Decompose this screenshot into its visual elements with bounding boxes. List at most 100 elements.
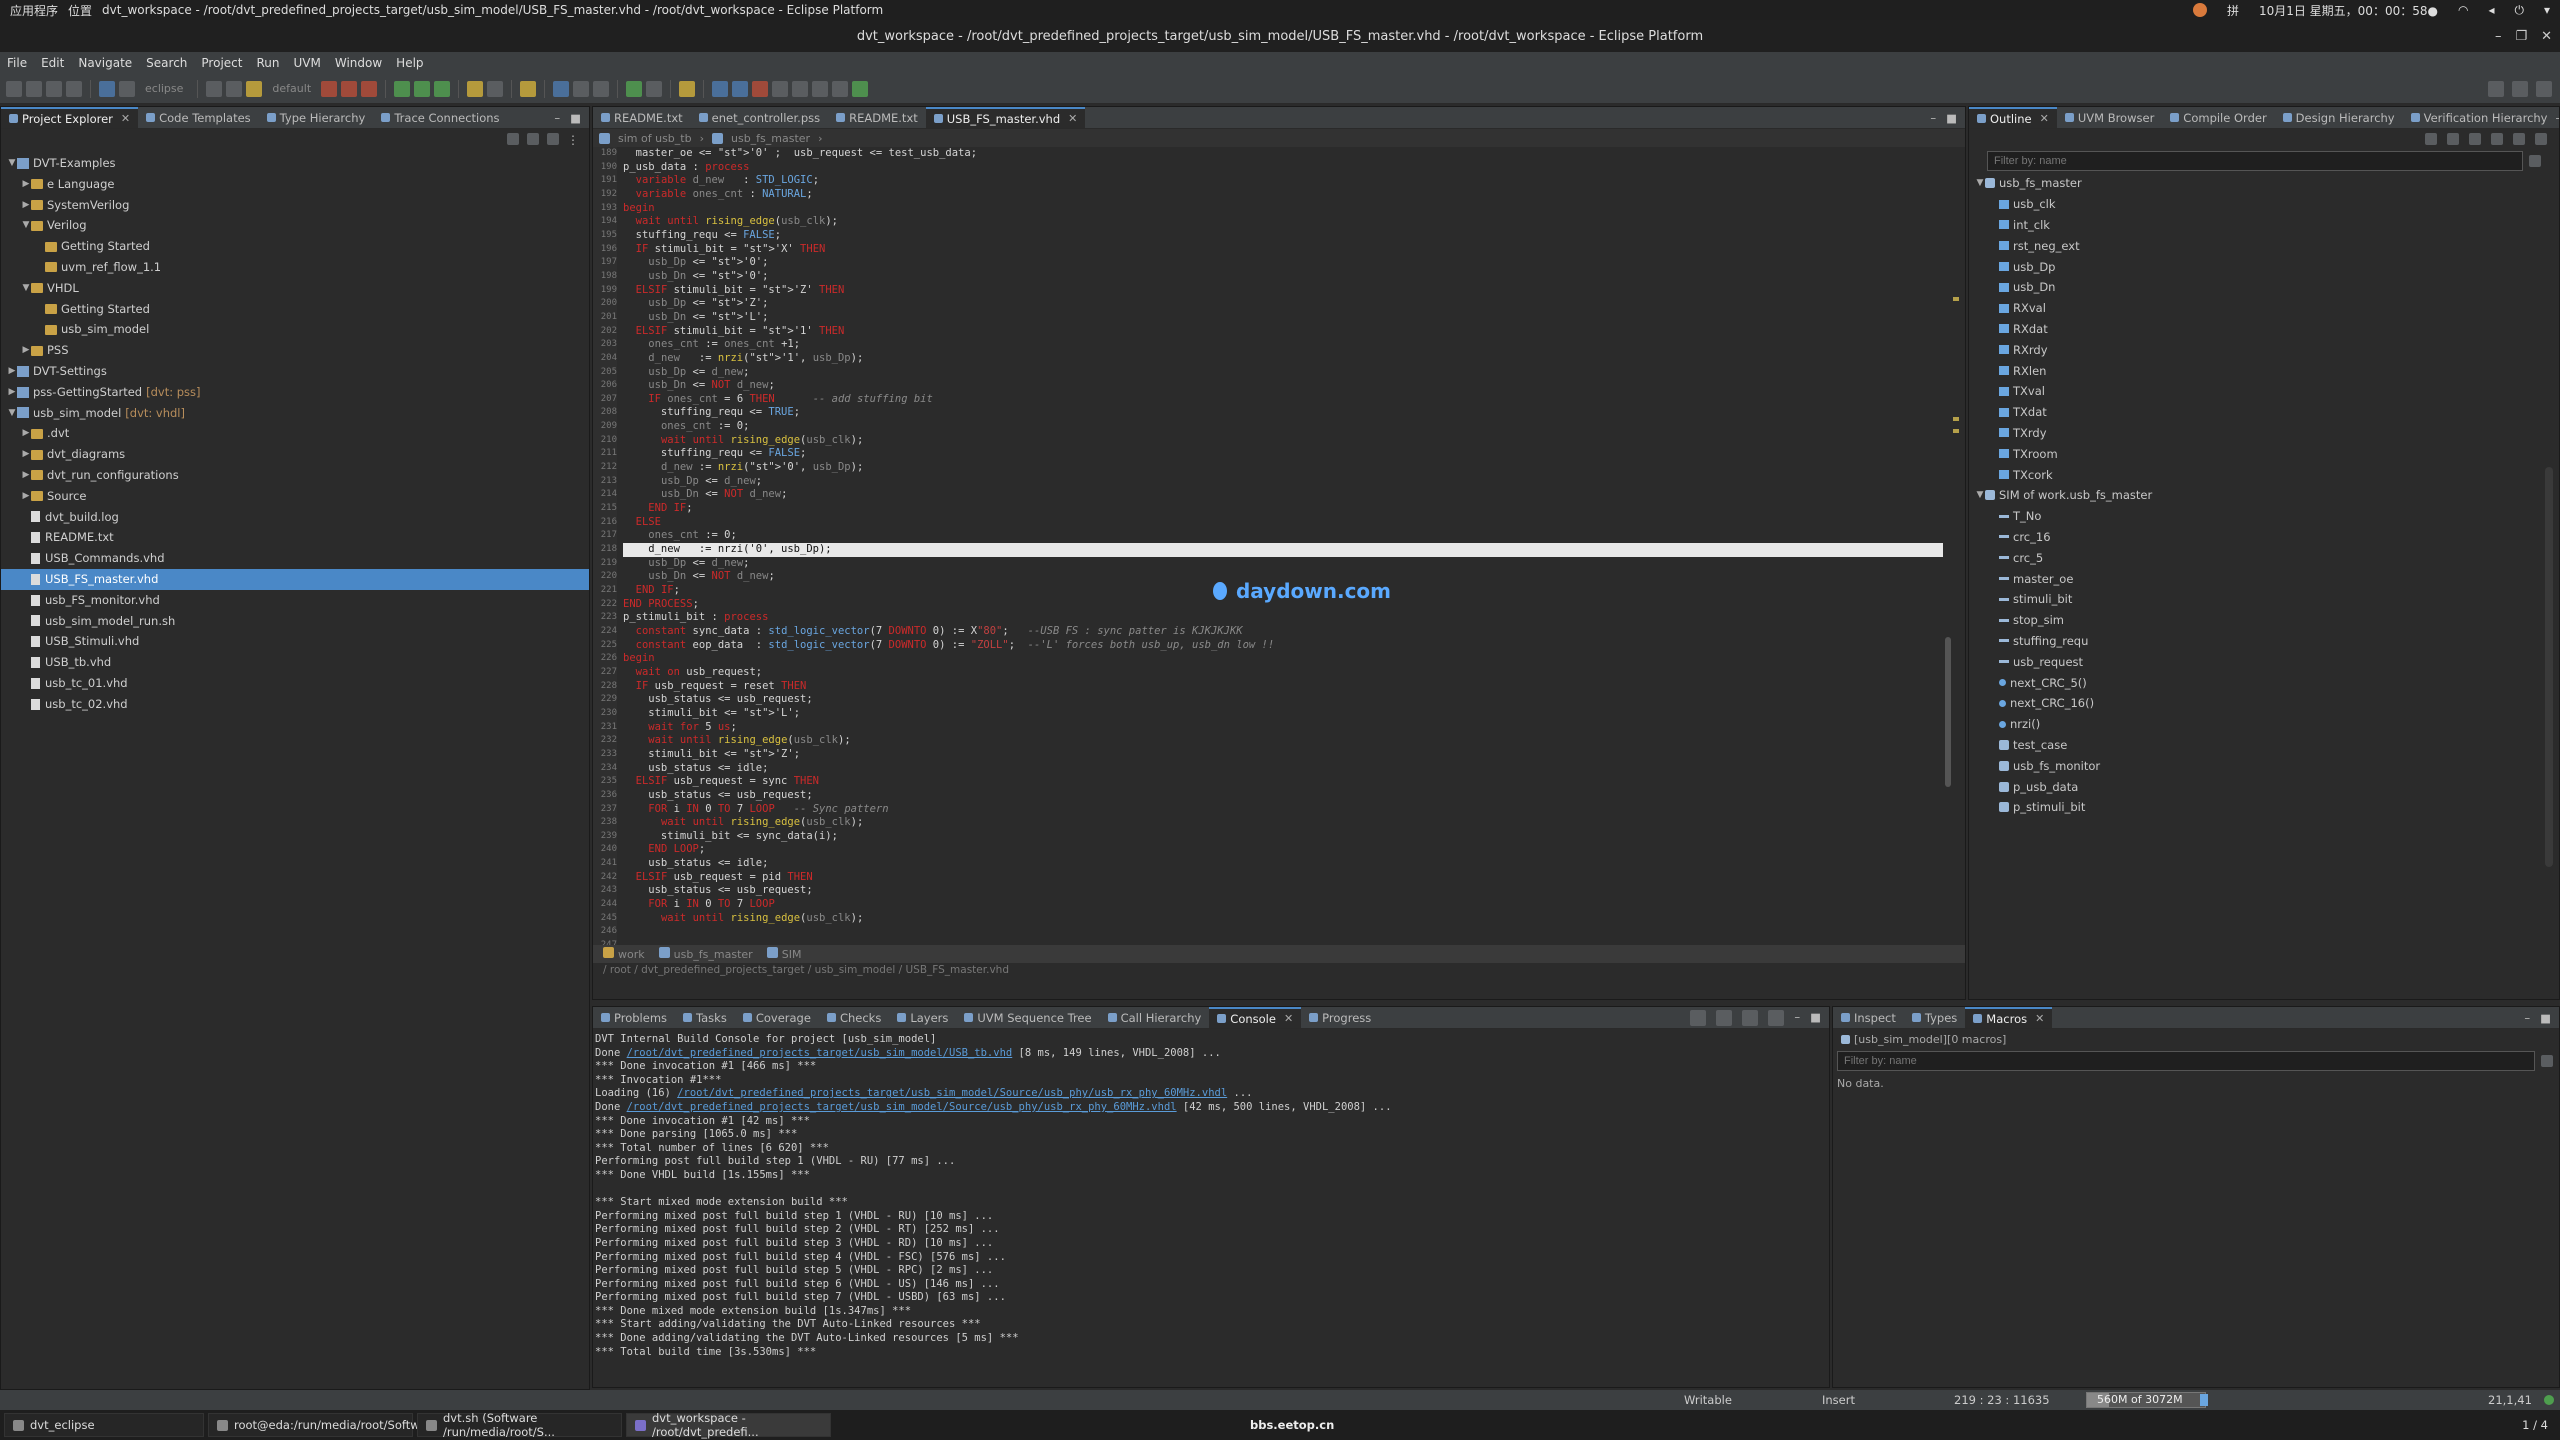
code-line[interactable]: IF stimuli_bit = "st">'X' THEN [623, 243, 1943, 257]
outline-tab[interactable]: Compile Order [2162, 107, 2274, 128]
tree-item[interactable]: usb_tc_02.vhd [1, 694, 589, 715]
macros-minimize-icon[interactable]: – [2524, 1011, 2530, 1025]
code-line[interactable]: usb_Dn <= "st">'L'; [623, 311, 1943, 325]
code-line[interactable]: variable d_new : STD_LOGIC; [623, 174, 1943, 188]
code-line[interactable]: IF ones_cnt = 6 THEN -- add stuffing bit [623, 393, 1943, 407]
taskbar-item[interactable]: root@eda:/run/media/root/Softwar... [208, 1413, 441, 1437]
taskbar-item[interactable]: dvt_eclipse [4, 1413, 204, 1437]
code-line[interactable]: IF usb_request = reset THEN [623, 680, 1943, 694]
code-line[interactable]: wait until rising_edge(usb_clk); [623, 912, 1943, 926]
console-tab[interactable]: Progress [1301, 1007, 1379, 1028]
default-combo[interactable]: default [266, 82, 317, 95]
sort-icon[interactable] [2425, 133, 2437, 145]
stop-icon[interactable] [321, 80, 338, 97]
console-tab[interactable]: Problems [593, 1007, 675, 1028]
taskbar-item[interactable]: dvt.sh (Software /run/media/root/S... [417, 1411, 622, 1439]
new-window-icon[interactable] [852, 80, 869, 97]
outline-item[interactable]: stuffing_requ [1969, 631, 2559, 652]
code-line[interactable]: wait on usb_request; [623, 666, 1943, 680]
block-icon[interactable] [732, 80, 749, 97]
menu-navigate[interactable]: Navigate [71, 56, 139, 70]
tree-item[interactable]: ▶ e Language [1, 174, 589, 195]
tree-item[interactable]: usb_sim_model [1, 319, 589, 340]
terminal-icon[interactable] [99, 80, 115, 97]
pin-icon[interactable] [593, 80, 610, 97]
editor-scrollbar[interactable] [1945, 637, 1951, 787]
outline-item[interactable]: master_oe [1969, 568, 2559, 589]
external-tool-icon[interactable] [434, 80, 451, 97]
new-icon[interactable] [6, 80, 22, 97]
perspective-icon[interactable] [2512, 80, 2528, 97]
close-icon[interactable]: ✕ [1284, 1012, 1293, 1025]
editor-tab[interactable]: enet_controller.pss [691, 107, 828, 128]
macros-tab[interactable]: Inspect [1833, 1007, 1904, 1028]
clock[interactable]: 10月1日 星期五，00：00：58● [2259, 2, 2438, 19]
macros-clear-icon[interactable] [2541, 1055, 2553, 1067]
console-tab[interactable]: Call Hierarchy [1100, 1007, 1210, 1028]
chevron-right-icon[interactable]: ▶ [21, 195, 31, 216]
tree-item[interactable]: ▶ PSS [1, 340, 589, 361]
hide-methods-icon[interactable] [2491, 133, 2503, 145]
console-open-icon[interactable] [1690, 1009, 1707, 1026]
code-line[interactable]: ELSIF stimuli_bit = "st">'1' THEN [623, 325, 1943, 339]
outline-item[interactable]: usb_fs_monitor [1969, 755, 2559, 776]
outline-item[interactable]: usb_request [1969, 651, 2559, 672]
editor-bottom-crumb[interactable]: work [603, 947, 645, 961]
code-line[interactable]: wait until rising_edge(usb_clk); [623, 816, 1943, 830]
minimize-icon[interactable]: – [2495, 29, 2502, 44]
code-line[interactable]: p_usb_data : process [623, 161, 1943, 175]
editor-bottom-crumb[interactable]: usb_fs_master [658, 947, 753, 961]
code-line[interactable]: ELSE [623, 516, 1943, 530]
build-icon[interactable] [119, 80, 135, 97]
code-line[interactable]: usb_status <= usb_request; [623, 884, 1943, 898]
tree-item[interactable]: ▼ DVT-Examples [1, 153, 589, 174]
tree-item[interactable]: Getting Started [1, 236, 589, 257]
chevron-down-icon[interactable]: ▼ [21, 215, 31, 236]
chevron-right-icon[interactable]: ▶ [21, 340, 31, 361]
editor-tab[interactable]: README.txt [593, 107, 691, 128]
chevron-down-icon[interactable]: ▼ [21, 278, 31, 299]
taskbar-item[interactable]: dvt_workspace - /root/dvt_predefi... [626, 1411, 831, 1439]
code-line[interactable]: FOR i IN 0 TO 7 LOOP [623, 898, 1943, 912]
code-line[interactable]: usb_status <= idle; [623, 762, 1943, 776]
code-line[interactable]: usb_Dp <= "st">'Z'; [623, 297, 1943, 311]
close-icon[interactable]: ✕ [2541, 29, 2552, 44]
close-icon[interactable]: ✕ [1068, 112, 1077, 125]
outline-item[interactable]: ▼ usb_fs_master [1969, 173, 2559, 194]
user-avatar-icon[interactable] [2192, 3, 2207, 17]
explorer-tab[interactable]: Code Templates [138, 107, 259, 128]
macros-tab[interactable]: Macros ✕ [1965, 1007, 2053, 1028]
code-line[interactable]: END IF; [623, 502, 1943, 516]
menu-uvm[interactable]: UVM [286, 56, 327, 70]
eclipse-combo[interactable]: eclipse [139, 82, 189, 95]
console-scroll-lock-icon[interactable] [1716, 1009, 1733, 1026]
code-line[interactable]: ELSIF stimuli_bit = "st">'Z' THEN [623, 284, 1943, 298]
editor-tab[interactable]: USB_FS_master.vhd ✕ [925, 107, 1086, 128]
console-link[interactable]: /root/dvt_predefined_projects_target/usb… [677, 1087, 1227, 1099]
outline-filter-input[interactable] [1987, 151, 2524, 171]
code-line[interactable]: END LOOP; [623, 843, 1943, 857]
code-line[interactable]: ones_cnt := 0; [623, 529, 1943, 543]
explorer-tab[interactable]: Trace Connections [373, 107, 507, 128]
editor-minimize-icon[interactable]: – [1930, 111, 1936, 125]
menu-search[interactable]: Search [139, 56, 194, 70]
code-line[interactable]: stuffing_requ <= FALSE; [623, 447, 1943, 461]
tree-item[interactable]: uvm_ref_flow_1.1 [1, 257, 589, 278]
volume-icon[interactable]: ◂ [2488, 3, 2494, 17]
code-line[interactable]: stuffing_requ <= TRUE; [623, 406, 1943, 420]
code-line[interactable]: constant eop_data : std_logic_vector(7 D… [623, 639, 1943, 653]
console-output[interactable]: DVT Internal Build Console for project [… [593, 1029, 1829, 1387]
save-all-icon[interactable] [46, 80, 62, 97]
view-menu-icon[interactable]: ⋮ [567, 133, 579, 147]
globe-icon[interactable] [626, 80, 643, 97]
console-link[interactable]: /root/dvt_predefined_projects_target/usb… [627, 1101, 1177, 1113]
outline-scrollbar[interactable] [2545, 467, 2553, 867]
outline-item[interactable]: TXcork [1969, 464, 2559, 485]
code-line[interactable]: ELSIF usb_request = sync THEN [623, 775, 1943, 789]
chevron-right-icon[interactable]: ▶ [21, 444, 31, 465]
outline-item[interactable]: T_No [1969, 506, 2559, 527]
console-tab[interactable]: Console ✕ [1209, 1007, 1302, 1028]
tree-item[interactable]: ▼ VHDL [1, 278, 589, 299]
code-line[interactable]: wait until rising_edge(usb_clk); [623, 734, 1943, 748]
code-line[interactable]: stimuli_bit <= "st">'Z'; [623, 748, 1943, 762]
